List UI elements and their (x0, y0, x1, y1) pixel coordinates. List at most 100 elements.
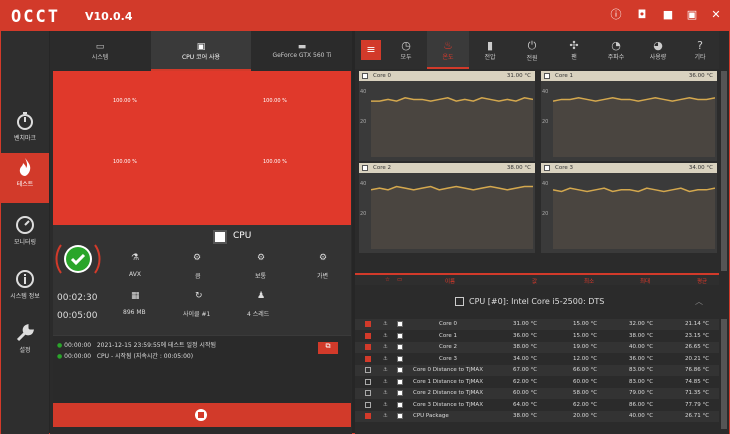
tab-battery[interactable]: ▮ 전압 (469, 31, 511, 69)
row-checkbox[interactable] (365, 401, 371, 408)
row-checkbox[interactable] (365, 332, 371, 339)
gauge-icon: ◕ (653, 39, 663, 52)
row-checkbox[interactable] (365, 321, 371, 327)
tab-gauge[interactable]: ◕ 사용량 (637, 31, 679, 69)
row-checkbox[interactable] (365, 367, 371, 373)
monitor-icon[interactable]: ▭ (397, 277, 402, 283)
col-value[interactable]: 값 (532, 277, 537, 285)
chart-scrollbar[interactable] (721, 71, 727, 271)
cpu-icon (213, 230, 227, 244)
core-usage-value: 100.00 % (113, 159, 137, 165)
stopwatch-icon (17, 112, 33, 130)
plug-icon: ⏻ (527, 39, 537, 52)
stop-test-button[interactable] (53, 403, 351, 427)
table-row[interactable]: ⚓ CPU Package 38.00 °C 20.00 °C 40.00 °C 26.7… (355, 411, 719, 422)
tab-system[interactable]: ▭ 시스템 (50, 31, 150, 71)
chart-checkbox[interactable] (362, 73, 368, 79)
sensor-section[interactable]: CPU [#0]: Intel Core i5-2500: DTS ︿ (355, 287, 719, 317)
thermometer-icon: ⚓ (383, 332, 388, 339)
maximize-icon[interactable]: ▣ (685, 8, 699, 22)
temperature-chart[interactable]: Core 1 36.00 °C 40 20 (541, 71, 717, 161)
col-max[interactable]: 최대 (640, 277, 650, 285)
sidebar: 벤치마크 테스트 모니터링 시스템 정보 설정 (1, 31, 49, 434)
col-avg[interactable]: 평균 (697, 277, 707, 285)
info-icon[interactable]: ⓘ (609, 8, 623, 22)
y-tick: 20 (360, 211, 367, 217)
tab-gpu[interactable]: ▬ GeForce GTX 560 Ti (252, 31, 352, 71)
elapsed-time: 00:02:30 (57, 293, 98, 303)
core-usage-grid: 100.00 % 100.00 % 100.00 % 100.00 % (53, 71, 351, 225)
minimize-icon[interactable]: ■ (661, 8, 675, 22)
y-tick: 40 (360, 181, 367, 187)
tab-help[interactable]: ? 기타 (679, 31, 721, 69)
app-logo: OCCT (11, 7, 60, 27)
table-row[interactable]: ⚓ Core 0 31.00 °C 15.00 °C 32.00 °C 21.14 °C (355, 319, 719, 330)
chart-checkbox[interactable] (362, 165, 368, 171)
chart-plot (552, 83, 716, 157)
tab-thermometer[interactable]: ♨ 온도 (427, 31, 469, 69)
chart-header: Core 1 36.00 °C (541, 71, 717, 81)
cpu-icon (397, 401, 403, 408)
cpu-icon (397, 321, 403, 327)
sidebar-item-benchmark[interactable]: 벤치마크 (1, 107, 49, 157)
row-checkbox[interactable] (365, 413, 371, 419)
tab-fan[interactable]: ✣ 팬 (553, 31, 595, 69)
camera-icon[interactable]: ◘ (635, 8, 649, 22)
chart-checkbox[interactable] (544, 73, 550, 79)
thermometer-icon: ⚓ (383, 390, 388, 396)
temperature-chart[interactable]: Core 2 38.00 °C 40 20 (359, 163, 535, 253)
row-checkbox[interactable] (365, 355, 371, 362)
hamburger-menu-icon[interactable]: ≡ (361, 40, 381, 60)
option-mode: 가변 (317, 273, 329, 280)
monitoring-panel: ≡ ◷ 모두 ♨ 온도 ▮ 전압 ⏻ 전원 ✣ 팬 ◔ 주파수 ◕ 사용량? 기타 Core 0 31.00 … (355, 31, 729, 434)
y-tick: 20 (542, 119, 549, 125)
success-icon: ● (57, 342, 63, 349)
stop-icon (195, 409, 207, 421)
chart-area (553, 188, 715, 249)
tab-cpu-core-usage[interactable]: ▣ CPU 코어 사용 (151, 31, 251, 71)
table-row[interactable]: ⚓ Core 1 Distance to TjMAX 62.00 °C 60.00 °… (355, 376, 719, 388)
left-panel: ▭ 시스템 ▣ CPU 코어 사용 ▬ GeForce GTX 560 Ti 100.… (50, 31, 352, 434)
table-row[interactable]: ⚓ Core 2 Distance to TjMAX 60.00 °C 58.00 °… (355, 388, 719, 399)
table-row[interactable]: ⚓ Core 3 34.00 °C 12.00 °C 36.00 °C 20.21 °C (355, 353, 719, 365)
wrench-icon (16, 323, 35, 342)
cpu-icon (397, 378, 403, 385)
row-checkbox[interactable] (365, 378, 371, 385)
temperature-chart[interactable]: Core 3 34.00 °C 40 20 (541, 163, 717, 253)
section-title: CPU [#0]: Intel Core i5-2500: DTS (469, 297, 605, 306)
tab-clock[interactable]: ◷ 모두 (385, 31, 427, 69)
tab-plug[interactable]: ⏻ 전원 (511, 31, 553, 69)
close-icon[interactable]: ✕ (709, 8, 723, 22)
sidebar-item-monitoring[interactable]: 모니터링 (1, 211, 49, 261)
table-row[interactable]: ⚓ Core 0 Distance to TjMAX 67.00 °C 66.00 °… (355, 365, 719, 376)
sidebar-label: 벤치마크 (13, 135, 37, 142)
row-checkbox[interactable] (365, 344, 371, 350)
flask-icon: ⚗ (131, 253, 140, 263)
speedometer-icon: ◔ (611, 39, 621, 52)
table-scrollbar[interactable] (721, 319, 727, 429)
tab-speedometer[interactable]: ◔ 주파수 (595, 31, 637, 69)
chart-header: Core 2 38.00 °C (359, 163, 535, 173)
chevron-up-icon[interactable]: ︿ (695, 296, 703, 307)
sidebar-item-settings[interactable]: 설정 (1, 319, 49, 369)
test-panel: 00:02:30 00:05:00 CPU ⚗ AVX ⚙ 큼 ⚙ 보통 ⚙ 가… (53, 225, 351, 335)
table-row[interactable]: ⚓ Core 3 Distance to TjMAX 64.00 °C 62.00 °… (355, 399, 719, 411)
chart-header: Core 0 31.00 °C (359, 71, 535, 81)
temperature-chart[interactable]: Core 0 31.00 °C 40 20 (359, 71, 535, 161)
table-row[interactable]: ⚓ Core 1 36.00 °C 15.00 °C 38.00 °C 23.15 °C (355, 330, 719, 342)
star-icon[interactable]: ☆ (385, 277, 390, 283)
chart-area (371, 186, 533, 249)
threads-icon: ♟ (257, 291, 266, 301)
table-row[interactable]: ⚓ Core 2 38.00 °C 19.00 °C 40.00 °C 26.65 °C (355, 342, 719, 353)
col-min[interactable]: 최소 (584, 277, 594, 285)
chart-plot (552, 175, 716, 249)
row-checkbox[interactable] (365, 390, 371, 396)
col-name[interactable]: 이름 (445, 277, 455, 285)
title-bar: OCCT V10.0.4 ⓘ ◘ ■ ▣ ✕ (1, 1, 729, 31)
test-title: CPU (233, 231, 252, 241)
chart-checkbox[interactable] (544, 165, 550, 171)
battery-icon: ▮ (486, 39, 494, 52)
copy-log-button[interactable]: ⧉ (318, 342, 338, 354)
sidebar-item-test[interactable]: 테스트 (1, 153, 49, 203)
sidebar-item-system-info[interactable]: 시스템 정보 (1, 265, 49, 315)
